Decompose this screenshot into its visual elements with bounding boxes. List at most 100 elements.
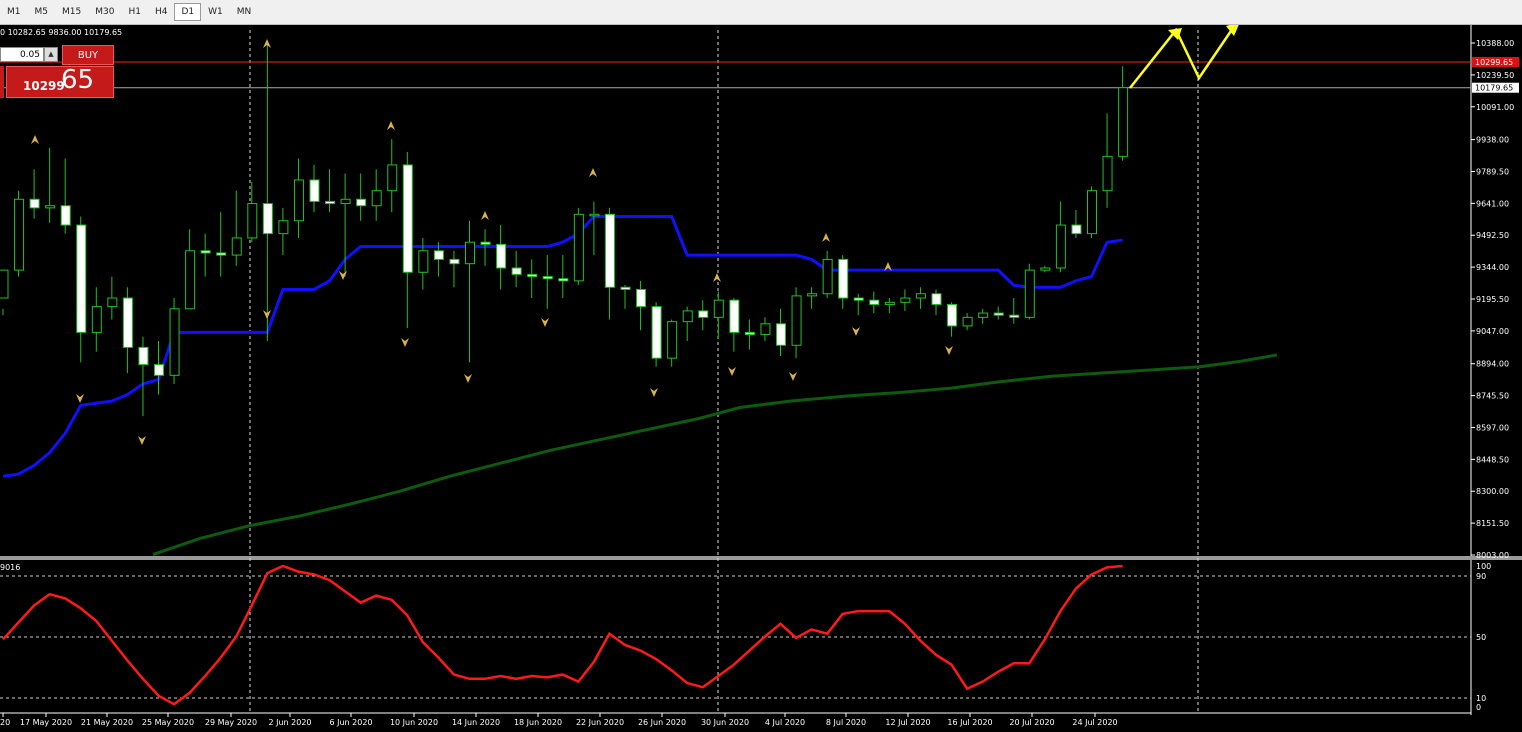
- candle[interactable]: [527, 259, 538, 299]
- candle[interactable]: [496, 225, 507, 290]
- candle[interactable]: [1009, 298, 1020, 324]
- candle[interactable]: [371, 169, 382, 221]
- candle[interactable]: [309, 164, 320, 213]
- candle[interactable]: [511, 250, 522, 288]
- price-chart[interactable]: 10388.00 10239.50 10091.00 9938.00 9789.50 96…: [0, 25, 1522, 732]
- candle[interactable]: [465, 220, 475, 363]
- candle[interactable]: [1087, 186, 1097, 238]
- candle[interactable]: [216, 212, 227, 277]
- candle[interactable]: [729, 298, 740, 352]
- candle[interactable]: [822, 250, 833, 299]
- projection-arrow-line[interactable]: [1129, 27, 1235, 89]
- timeframe-m15[interactable]: M15: [55, 3, 88, 21]
- candle[interactable]: [884, 298, 895, 314]
- candle[interactable]: [542, 255, 553, 309]
- candle[interactable]: [154, 340, 164, 395]
- candle[interactable]: [713, 291, 724, 339]
- candle[interactable]: [231, 190, 242, 266]
- lot-spinner-icon[interactable]: ▲: [44, 47, 58, 62]
- candle[interactable]: [698, 300, 709, 331]
- buy-price-button[interactable]: 10299 65: [6, 65, 114, 98]
- candle-body: [682, 310, 693, 323]
- lot-size-input[interactable]: 0.05: [0, 47, 44, 62]
- timeframe-d1[interactable]: D1: [174, 3, 202, 21]
- candle[interactable]: [402, 152, 413, 329]
- candle[interactable]: [0, 269, 9, 316]
- candle[interactable]: [76, 216, 87, 363]
- candle[interactable]: [760, 317, 771, 341]
- candle[interactable]: [107, 276, 118, 320]
- candle[interactable]: [667, 319, 678, 367]
- candle[interactable]: [636, 280, 647, 331]
- candle[interactable]: [1118, 66, 1129, 161]
- candle[interactable]: [1071, 210, 1082, 238]
- candle[interactable]: [138, 336, 149, 417]
- timeframe-w1[interactable]: W1: [201, 3, 230, 21]
- candle[interactable]: [869, 291, 880, 314]
- candle[interactable]: [91, 287, 102, 352]
- timeframe-m30[interactable]: M30: [88, 3, 121, 21]
- candle[interactable]: [356, 173, 367, 221]
- candle[interactable]: [807, 287, 818, 309]
- candle[interactable]: [387, 139, 398, 213]
- time-tick-label: 17 May 2020: [20, 718, 72, 727]
- candle[interactable]: [915, 287, 926, 309]
- candle[interactable]: [682, 306, 693, 341]
- timeframe-m5[interactable]: M5: [28, 3, 56, 21]
- candle-body: [91, 306, 102, 333]
- candle[interactable]: [651, 302, 662, 367]
- candle[interactable]: [1102, 113, 1113, 208]
- candle[interactable]: [993, 306, 1004, 320]
- price-axis[interactable]: [1471, 25, 1522, 732]
- candle[interactable]: [169, 298, 180, 384]
- candle[interactable]: [29, 169, 40, 219]
- fractal-arrow-icon: [541, 318, 549, 327]
- candle[interactable]: [589, 201, 600, 256]
- candle[interactable]: [558, 255, 569, 299]
- candle-body: [542, 276, 553, 280]
- candle[interactable]: [325, 169, 336, 213]
- candle[interactable]: [776, 308, 786, 356]
- candle[interactable]: [45, 147, 56, 223]
- candle[interactable]: [962, 313, 973, 331]
- buy-button[interactable]: BUY: [62, 45, 114, 65]
- candle-body: [698, 310, 709, 318]
- candle[interactable]: [262, 44, 273, 341]
- timeframe-mn[interactable]: MN: [230, 3, 259, 21]
- timeframe-h4[interactable]: H4: [148, 3, 175, 21]
- candle[interactable]: [978, 308, 989, 324]
- fractal-arrow-icon: [945, 346, 953, 355]
- candle[interactable]: [931, 289, 942, 316]
- chart-area[interactable]: 10388.00 10239.50 10091.00 9938.00 9789.50 96…: [0, 25, 1522, 732]
- candle-body: [1071, 224, 1082, 235]
- candle[interactable]: [744, 319, 755, 350]
- candle[interactable]: [791, 287, 802, 359]
- candle[interactable]: [247, 182, 258, 243]
- candle[interactable]: [604, 207, 615, 320]
- candle[interactable]: [853, 293, 864, 316]
- candle[interactable]: [14, 190, 25, 277]
- candle-body: [884, 301, 895, 305]
- candle[interactable]: [947, 302, 958, 337]
- sell-button-edge[interactable]: [0, 66, 4, 98]
- timeframe-m1[interactable]: M1: [0, 3, 28, 21]
- price-tick-label: 8300.00: [1476, 487, 1509, 496]
- candle[interactable]: [293, 158, 304, 238]
- pane-separator[interactable]: [0, 556, 1522, 560]
- candle[interactable]: [900, 289, 911, 311]
- candle[interactable]: [60, 158, 71, 234]
- candle[interactable]: [185, 229, 196, 310]
- candle[interactable]: [449, 250, 460, 288]
- candle[interactable]: [1055, 201, 1066, 273]
- candle[interactable]: [1040, 265, 1051, 273]
- candle[interactable]: [278, 207, 289, 256]
- candle[interactable]: [838, 255, 849, 309]
- candle[interactable]: [1024, 263, 1035, 320]
- candle[interactable]: [122, 287, 133, 374]
- candle[interactable]: [200, 233, 211, 277]
- candle[interactable]: [620, 285, 631, 309]
- candle-body: [29, 198, 40, 209]
- candle[interactable]: [573, 207, 584, 286]
- timeframe-h1[interactable]: H1: [121, 3, 148, 21]
- candle-body: [449, 258, 460, 265]
